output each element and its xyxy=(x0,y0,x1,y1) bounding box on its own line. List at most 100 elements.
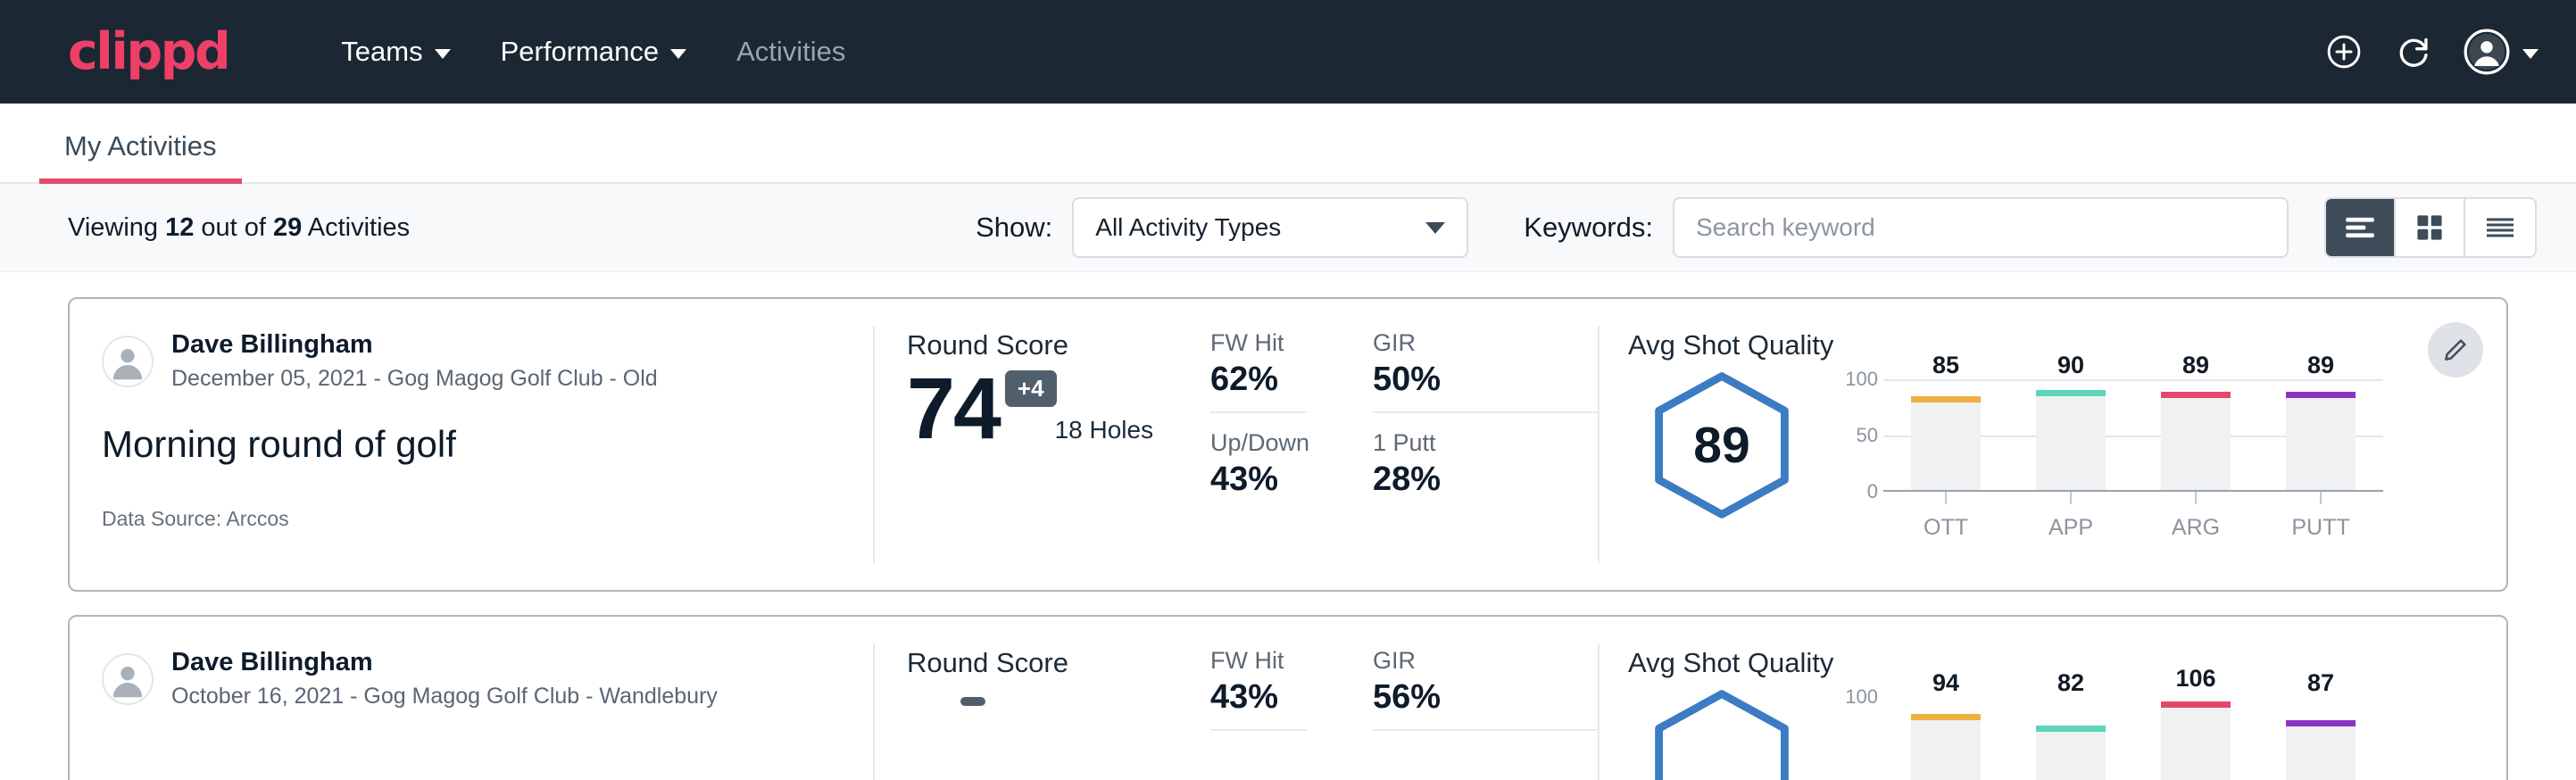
data-source-label: Data Source: Arccos xyxy=(102,507,852,531)
chevron-down-icon xyxy=(1425,222,1445,234)
account-menu[interactable] xyxy=(2464,29,2539,75)
chart-x-labels: OTT APP ARG PUTT xyxy=(1883,515,2383,541)
shot-quality-bar-chart: 100 94 xyxy=(1816,685,2506,780)
chart-x-tickmarks xyxy=(1883,492,2383,504)
player-identity: Dave Billingham October 16, 2021 - Gog M… xyxy=(102,647,852,710)
tab-my-activities-label: My Activities xyxy=(64,130,217,162)
y-tick-100: 100 xyxy=(1845,368,1878,391)
avg-shot-quality-value: 89 xyxy=(1693,416,1749,475)
bar-cap-app xyxy=(2036,390,2106,396)
plus-circle-icon[interactable] xyxy=(2324,32,2364,71)
shot-quality-body: 100 94 xyxy=(1628,685,2506,780)
refresh-icon[interactable] xyxy=(2394,32,2433,71)
bar-cap-ott xyxy=(1911,714,1981,720)
player-name: Dave Billingham xyxy=(171,329,658,361)
bar-cap-putt xyxy=(2286,720,2356,726)
bar-column-ott: 85 xyxy=(1883,379,2008,490)
chart-y-axis: 100 xyxy=(1833,697,1883,780)
bar-cap-app xyxy=(2036,726,2106,732)
nav-item-activities-label: Activities xyxy=(736,36,845,68)
primary-nav-links: Teams Performance Activities xyxy=(316,36,870,68)
stat-fw-hit: FW Hit 62% xyxy=(1210,329,1307,413)
chart-y-axis: 100 50 0 xyxy=(1833,379,1883,492)
view-mode-grid-button[interactable] xyxy=(2396,199,2465,256)
bar-putt xyxy=(2286,720,2356,780)
stat-gir: GIR 50% xyxy=(1373,329,1598,413)
y-tick-100: 100 xyxy=(1845,685,1878,709)
page-tab-bar: My Activities xyxy=(0,104,2576,184)
x-label-app: APP xyxy=(2008,515,2133,541)
stat-1-putt: 1 Putt 28% xyxy=(1373,429,1598,504)
edit-activity-button[interactable] xyxy=(2428,322,2483,378)
player-identity: Dave Billingham December 05, 2021 - Gog … xyxy=(102,329,852,393)
round-score-value: 74 xyxy=(907,365,1000,452)
nav-item-teams[interactable]: Teams xyxy=(316,36,475,68)
person-avatar-icon xyxy=(104,336,152,386)
chart-bars: 94 82 xyxy=(1883,697,2383,780)
avg-shot-quality-hexagon: 89 xyxy=(1628,367,1816,524)
clippd-logo[interactable]: clippd xyxy=(68,27,229,78)
nav-item-performance-label: Performance xyxy=(501,36,659,68)
y-tick-0: 0 xyxy=(1867,480,1878,503)
activity-title: Morning round of golf xyxy=(102,423,852,466)
grid-view-icon xyxy=(2414,212,2445,243)
stat-up-down-value: 43% xyxy=(1210,461,1307,499)
stat-fw-hit: FW Hit 43% xyxy=(1210,647,1307,731)
round-stats-column: FW Hit 43% GIR 56% xyxy=(1205,617,1598,780)
nav-item-performance[interactable]: Performance xyxy=(476,36,711,68)
person-avatar-icon xyxy=(104,654,152,704)
bar-column-app: 82 xyxy=(2008,697,2133,780)
bar-app xyxy=(2036,390,2106,490)
round-stats-grid: FW Hit 43% GIR 56% xyxy=(1210,647,1598,747)
bar-app xyxy=(2036,726,2106,780)
stat-up-down-label: Up/Down xyxy=(1210,429,1307,457)
bar-ott xyxy=(1911,396,1981,490)
x-label-arg: ARG xyxy=(2133,515,2258,541)
bar-cap-ott xyxy=(1911,396,1981,402)
list-view-icon xyxy=(2343,214,2377,241)
bar-column-arg: 89 xyxy=(2133,379,2258,490)
view-mode-compact-button[interactable] xyxy=(2465,199,2535,256)
account-avatar-icon xyxy=(2464,29,2510,75)
keywords-label: Keywords: xyxy=(1524,212,1653,244)
activity-type-select[interactable]: All Activity Types xyxy=(1072,197,1468,258)
avatar xyxy=(102,336,154,387)
activity-meta: December 05, 2021 - Gog Magog Golf Club … xyxy=(171,364,658,394)
view-mode-list-button[interactable] xyxy=(2326,199,2396,256)
activity-card[interactable]: Dave Billingham October 16, 2021 - Gog M… xyxy=(68,615,2508,780)
viewing-mid: out of xyxy=(194,213,273,242)
stat-1-putt-label: 1 Putt xyxy=(1373,429,1598,457)
top-navigation-bar: clippd Teams Performance Activities xyxy=(0,0,2576,104)
bar-value-arg: 106 xyxy=(2175,665,2215,693)
x-label-putt: PUTT xyxy=(2258,515,2383,541)
tab-my-activities[interactable]: My Activities xyxy=(39,130,242,182)
nav-actions xyxy=(2324,29,2539,75)
stat-fw-hit-value: 43% xyxy=(1210,678,1307,717)
round-stats-column: FW Hit 62% GIR 50% Up/Down 43% 1 Putt 28… xyxy=(1205,299,1598,590)
activity-card[interactable]: Dave Billingham December 05, 2021 - Gog … xyxy=(68,297,2508,592)
round-score-value-row xyxy=(907,683,1205,692)
player-name: Dave Billingham xyxy=(171,647,718,678)
search-input[interactable]: Search keyword xyxy=(1673,197,2289,258)
round-score-label: Round Score xyxy=(907,329,1205,361)
activity-info-column: Dave Billingham October 16, 2021 - Gog M… xyxy=(70,617,873,780)
nav-item-activities[interactable]: Activities xyxy=(711,36,870,68)
round-score-column: Round Score 74 +4 18 Holes xyxy=(875,299,1205,590)
compact-view-icon xyxy=(2484,214,2516,241)
activity-card-list: Dave Billingham December 05, 2021 - Gog … xyxy=(0,272,2576,780)
bar-column-arg: 106 xyxy=(2133,697,2258,780)
bar-arg xyxy=(2161,701,2231,780)
bar-arg xyxy=(2161,392,2231,490)
stat-fw-hit-value: 62% xyxy=(1210,361,1307,399)
bar-value-putt: 89 xyxy=(2307,352,2334,379)
bar-column-app: 90 xyxy=(2008,379,2133,490)
search-placeholder: Search keyword xyxy=(1696,213,1875,242)
bar-value-app: 90 xyxy=(2057,352,2084,379)
chart-bars: 85 90 xyxy=(1883,379,2383,490)
chevron-down-icon xyxy=(2522,49,2539,59)
stat-gir-label: GIR xyxy=(1373,329,1598,357)
x-label-ott: OTT xyxy=(1883,515,2008,541)
show-label: Show: xyxy=(976,212,1052,244)
bar-column-ott: 94 xyxy=(1883,697,2008,780)
round-stats-grid: FW Hit 62% GIR 50% Up/Down 43% 1 Putt 28… xyxy=(1210,329,1598,504)
